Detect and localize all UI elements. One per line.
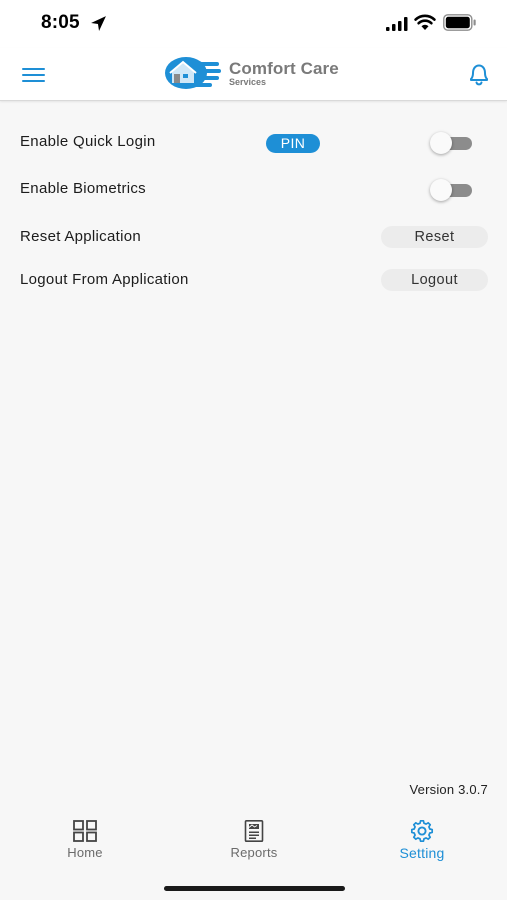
location-arrow-icon [91, 16, 106, 31]
report-icon [244, 820, 264, 842]
logo-mark-icon [165, 57, 221, 89]
status-bar: 8:05 [0, 0, 507, 48]
logo-subtitle: Services [229, 77, 267, 87]
logo-title: Comfort Care [229, 59, 339, 78]
toggle-knob [430, 179, 452, 201]
tab-home[interactable]: Home [35, 820, 135, 866]
grid-icon [73, 820, 97, 842]
tab-reports-label: Reports [230, 845, 278, 860]
app-header: Comfort Care Services [0, 48, 507, 101]
logout-button[interactable]: Logout [381, 269, 488, 291]
reset-button[interactable]: Reset [381, 226, 488, 248]
pin-badge: PIN [266, 134, 320, 153]
home-indicator [164, 886, 345, 891]
tab-reports[interactable]: Reports [204, 820, 304, 866]
status-time: 8:05 [41, 12, 80, 33]
biometrics-toggle[interactable] [430, 178, 474, 202]
biometrics-label: Enable Biometrics [20, 180, 146, 197]
quick-login-toggle[interactable] [430, 131, 474, 155]
tab-setting-label: Setting [399, 845, 445, 861]
version-text: Version 3.0.7 [409, 782, 488, 797]
quick-login-label: Enable Quick Login [20, 133, 156, 150]
gear-icon [410, 820, 434, 842]
quick-login-row: Enable Quick Login PIN [0, 123, 507, 163]
menu-icon[interactable] [22, 66, 46, 84]
bell-icon[interactable] [466, 61, 492, 87]
toggle-knob [430, 132, 452, 154]
biometrics-row: Enable Biometrics [0, 170, 507, 210]
signal-icon [386, 17, 408, 31]
wifi-icon [414, 14, 436, 30]
reset-label: Reset Application [20, 228, 142, 245]
reset-row: Reset Application Reset [0, 218, 507, 258]
battery-icon [443, 14, 476, 31]
tab-setting[interactable]: Setting [372, 820, 472, 866]
tab-home-label: Home [67, 845, 103, 860]
logout-row: Logout From Application Logout [0, 261, 507, 301]
logout-label: Logout From Application [20, 271, 189, 288]
